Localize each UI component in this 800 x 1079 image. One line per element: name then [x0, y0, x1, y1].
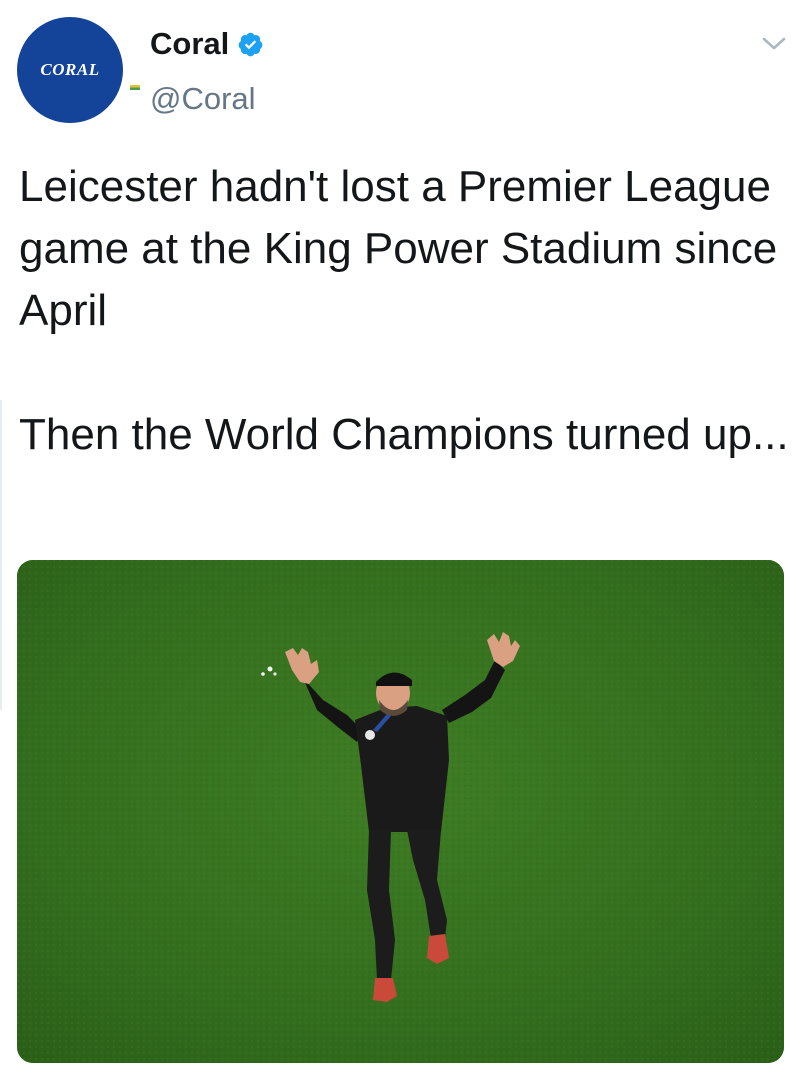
photo-pitch-with-man-waving [17, 560, 784, 1063]
verified-badge-icon [238, 32, 263, 56]
avatar-logo-text: CORAL [40, 60, 100, 79]
chevron-down-icon[interactable] [761, 35, 787, 53]
avatar-logo-flag [130, 85, 140, 90]
author-name-row[interactable]: Coral [150, 26, 264, 62]
avatar[interactable]: CORAL [17, 17, 140, 123]
scroll-edge [0, 400, 2, 710]
author-handle[interactable]: @Coral [150, 81, 256, 117]
author-display-name[interactable]: Coral [150, 26, 229, 62]
tweet-text: Leicester hadn't lost a Premier League g… [19, 162, 789, 459]
tweet-card[interactable]: CORAL Coral @Coral Leicester hadn't lost… [0, 0, 800, 1079]
tweet-photo[interactable] [17, 560, 784, 1063]
